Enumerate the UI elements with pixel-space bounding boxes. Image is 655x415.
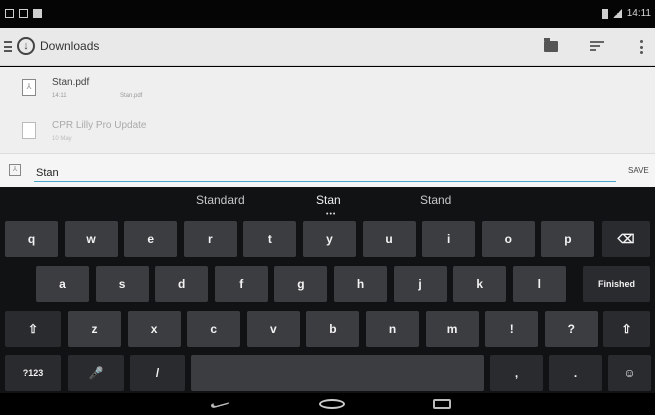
file-name: Stan.pdf	[52, 77, 90, 88]
key-x[interactable]: x	[127, 311, 181, 347]
slash-key[interactable]: /	[130, 355, 185, 391]
file-list: ⅄ Stan.pdf 14:11 Stan.pdf CPR Lilly Pro …	[0, 67, 655, 153]
new-folder-icon[interactable]	[544, 38, 558, 52]
space-bar[interactable]	[191, 355, 484, 391]
key-a[interactable]: a	[36, 266, 89, 302]
key-k[interactable]: k	[453, 266, 507, 302]
file-type-icon: ⅄	[9, 164, 21, 176]
backspace-key[interactable]: ⌫	[602, 221, 650, 257]
key-f[interactable]: f	[214, 266, 268, 302]
suggestion-stand[interactable]: Stand	[420, 193, 451, 207]
key-o[interactable]: o	[481, 221, 535, 257]
app-bar: ↓ Downloads	[0, 28, 655, 66]
key-g[interactable]: g	[274, 266, 328, 302]
key-s[interactable]: s	[95, 266, 149, 302]
notification-icon	[19, 9, 28, 18]
comma-key[interactable]: ,	[490, 355, 543, 391]
filename-input[interactable]	[34, 160, 616, 182]
signal-icon	[612, 9, 622, 18]
key-l[interactable]: l	[512, 266, 566, 302]
key-j[interactable]: j	[393, 266, 447, 302]
key-r[interactable]: r	[183, 221, 237, 257]
key-u[interactable]: u	[362, 221, 416, 257]
recent-apps-icon[interactable]	[433, 399, 451, 409]
file-date: 14:11	[52, 93, 67, 99]
emoji-key[interactable]: ☺	[608, 355, 651, 391]
pdf-file-icon: ⅄	[22, 79, 36, 96]
shift-key-right[interactable]: ⇧	[603, 311, 650, 347]
suggestion-dots: •••	[326, 211, 337, 218]
suggestion-stan[interactable]: Stan	[316, 193, 341, 207]
navigation-bar	[0, 393, 655, 415]
document-file-icon	[22, 122, 36, 139]
microphone-key[interactable]: 🎤	[68, 355, 124, 391]
on-screen-keyboard: Standard Stan ••• Stand qwertyuiop ⌫ asd…	[0, 187, 655, 393]
file-date: 10 May	[52, 136, 72, 142]
overflow-menu-icon[interactable]	[640, 40, 643, 54]
notification-icon	[5, 9, 14, 18]
key-n[interactable]: n	[366, 311, 419, 347]
key-m[interactable]: m	[425, 311, 479, 347]
shift-key-left[interactable]: ⇧	[5, 311, 61, 347]
file-row-cpr-update: CPR Lilly Pro Update 10 May	[0, 110, 655, 153]
sort-icon[interactable]	[590, 41, 604, 51]
key-v[interactable]: v	[246, 311, 300, 347]
key-p[interactable]: p	[541, 221, 595, 257]
app-title: Downloads	[40, 39, 100, 53]
key-question[interactable]: ?	[544, 311, 598, 347]
status-bar: 14:11	[0, 0, 655, 28]
save-bar: ⅄ SAVE	[0, 153, 655, 187]
key-exclamation[interactable]: !	[485, 311, 539, 347]
save-button[interactable]: SAVE	[628, 166, 649, 175]
status-time: 14:11	[626, 8, 651, 19]
key-q[interactable]: q	[5, 221, 58, 257]
key-y[interactable]: y	[303, 221, 356, 257]
suggestion-standard[interactable]: Standard	[196, 193, 245, 207]
file-row-stan-pdf[interactable]: ⅄ Stan.pdf 14:11 Stan.pdf	[0, 67, 655, 110]
key-h[interactable]: h	[334, 266, 387, 302]
notification-icon	[33, 9, 42, 18]
key-z[interactable]: z	[68, 311, 121, 347]
key-w[interactable]: w	[64, 221, 118, 257]
key-d[interactable]: d	[155, 266, 209, 302]
home-icon[interactable]	[319, 399, 345, 409]
menu-icon[interactable]	[4, 41, 12, 52]
key-b[interactable]: b	[306, 311, 360, 347]
key-t[interactable]: t	[243, 221, 297, 257]
key-e[interactable]: e	[124, 221, 178, 257]
back-icon[interactable]	[208, 398, 232, 410]
finished-key[interactable]: Finished	[583, 266, 650, 302]
file-detail: Stan.pdf	[120, 93, 143, 99]
download-icon: ↓	[17, 37, 35, 55]
battery-icon	[601, 8, 608, 19]
key-i[interactable]: i	[422, 221, 476, 257]
key-c[interactable]: c	[187, 311, 241, 347]
file-name: CPR Lilly Pro Update	[52, 120, 147, 131]
suggestion-strip: Standard Stan ••• Stand	[0, 187, 655, 218]
symbols-key[interactable]: ?123	[5, 355, 61, 391]
period-key[interactable]: .	[549, 355, 602, 391]
